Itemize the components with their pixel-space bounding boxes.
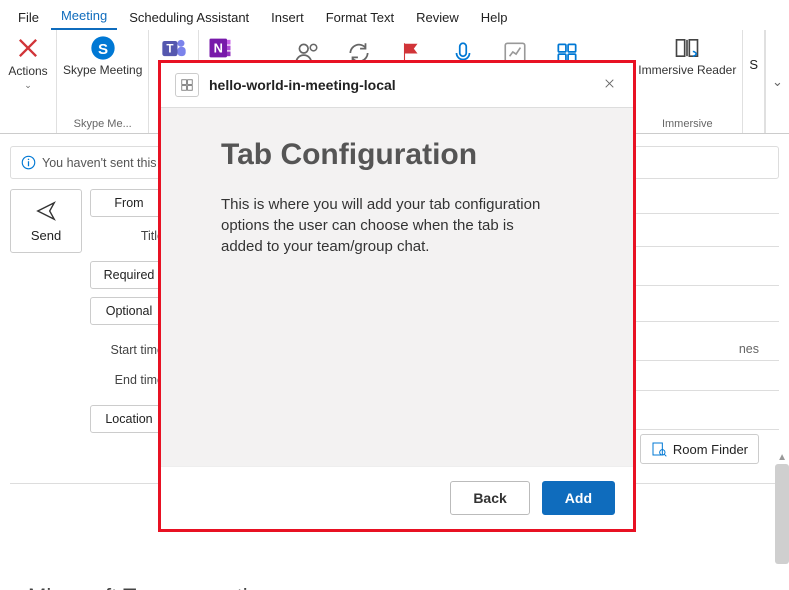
location-button[interactable]: Location	[90, 405, 168, 433]
ribbon-overflow-button[interactable]: ⌄	[765, 30, 789, 133]
menu-review[interactable]: Review	[406, 6, 469, 29]
menu-format-text[interactable]: Format Text	[316, 6, 404, 29]
dialog-header: hello-world-in-meeting-local	[161, 63, 633, 108]
end-time-label: End time	[90, 373, 168, 387]
room-finder-button[interactable]: Room Finder	[640, 434, 759, 464]
app-icon	[175, 73, 199, 97]
dialog-description: This is where you will add your tab conf…	[221, 194, 551, 257]
meeting-body-title: Microsoft Teams meeting	[28, 584, 779, 590]
dialog-heading: Tab Configuration	[221, 138, 585, 172]
teams-meeting-button[interactable]: T	[159, 34, 189, 62]
tab-config-dialog: hello-world-in-meeting-local Tab Configu…	[158, 60, 636, 532]
close-icon	[603, 77, 616, 90]
scroll-up-arrow[interactable]: ▲	[777, 452, 787, 463]
svg-text:S: S	[98, 41, 108, 58]
start-time-label: Start time	[90, 343, 168, 357]
info-icon	[21, 155, 36, 170]
dialog-title: hello-world-in-meeting-local	[209, 77, 589, 93]
sensitivity-label[interactable]: S	[749, 57, 758, 72]
menu-file[interactable]: File	[8, 6, 49, 29]
menu-help[interactable]: Help	[471, 6, 518, 29]
skype-meeting-button[interactable]: S Skype Meeting	[63, 34, 142, 77]
immersive-reader-icon	[673, 34, 701, 62]
menu-bar: File Meeting Scheduling Assistant Insert…	[0, 0, 789, 30]
dialog-footer: Back Add	[161, 466, 633, 529]
chevron-down-icon: ⌄	[772, 74, 783, 90]
skype-icon: S	[89, 34, 117, 62]
actions-button[interactable]: Actions ⌄	[6, 34, 50, 91]
skype-group-label: Skype Me...	[74, 116, 132, 130]
scrollbar-thumb[interactable]	[775, 464, 789, 564]
svg-text:T: T	[166, 43, 173, 56]
onenote-button[interactable]: N	[205, 34, 235, 62]
onenote-icon: N	[206, 34, 234, 62]
x-icon	[14, 34, 42, 62]
from-button[interactable]: From	[90, 189, 168, 217]
menu-insert[interactable]: Insert	[261, 6, 314, 29]
back-button[interactable]: Back	[450, 481, 529, 515]
send-button[interactable]: Send	[10, 189, 82, 253]
timezones-text: nes	[739, 342, 759, 356]
immersive-group-label: Immersive	[662, 116, 713, 130]
app-tile-icon	[180, 78, 194, 92]
teams-icon: T	[160, 34, 188, 62]
menu-scheduling-assistant[interactable]: Scheduling Assistant	[119, 6, 259, 29]
title-label: Title	[90, 229, 168, 243]
add-button[interactable]: Add	[542, 481, 615, 515]
room-finder-icon	[651, 441, 667, 457]
dialog-close-button[interactable]	[599, 77, 619, 93]
svg-text:N: N	[214, 41, 223, 56]
immersive-reader-button[interactable]: Immersive Reader	[638, 34, 736, 77]
menu-meeting[interactable]: Meeting	[51, 4, 117, 30]
send-icon	[35, 200, 57, 222]
dialog-body: Tab Configuration This is where you will…	[161, 108, 633, 466]
required-button[interactable]: Required	[90, 261, 168, 289]
optional-button[interactable]: Optional	[90, 297, 168, 325]
